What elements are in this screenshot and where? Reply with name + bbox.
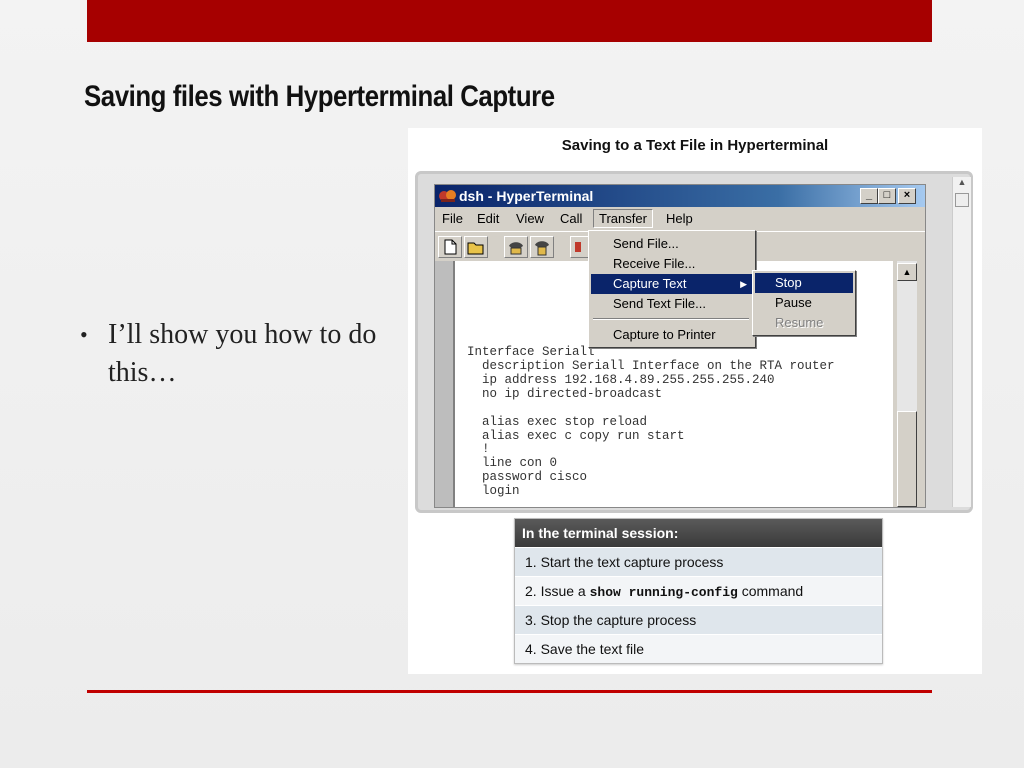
- step-4: 4. Save the text file: [515, 634, 882, 663]
- terminal-line: line con 0: [467, 456, 558, 470]
- menu-transfer[interactable]: Transfer: [593, 209, 653, 228]
- slide-title: Saving files with Hyperterminal Capture: [84, 80, 555, 113]
- step-2-prefix: 2. Issue a: [525, 583, 590, 599]
- terminal-scrollbar[interactable]: ▲: [897, 261, 917, 507]
- capture-text-submenu: Stop Pause Resume: [752, 270, 856, 336]
- hyperterminal-figure: Saving to a Text File in Hyperterminal d…: [408, 128, 982, 674]
- terminal-line: ip address 192.168.4.89.255.255.255.240: [467, 373, 775, 387]
- menu-help[interactable]: Help: [666, 211, 693, 226]
- submenu-arrow-icon: ▶: [740, 279, 747, 289]
- scrollbar-thumb[interactable]: [897, 411, 917, 507]
- close-button[interactable]: ×: [898, 188, 916, 204]
- terminal-line: no ip directed-broadcast: [467, 387, 663, 401]
- step-2-suffix: command: [737, 583, 804, 599]
- minimize-button[interactable]: _: [860, 188, 878, 204]
- menu-bar: File Edit View Call Transfer Help: [435, 208, 925, 230]
- menu-item-capture-text[interactable]: Capture Text ▶: [591, 274, 753, 294]
- terminal-line: alias exec stop reload: [467, 415, 648, 429]
- outer-scroll-grip[interactable]: [955, 193, 969, 207]
- step-2-command: show running-config: [589, 585, 738, 600]
- terminal-line: alias exec c copy run start: [467, 429, 685, 443]
- disconnect-icon[interactable]: [530, 236, 554, 258]
- menu-file[interactable]: File: [442, 211, 463, 226]
- new-connection-icon[interactable]: [438, 236, 462, 258]
- terminal-line: !: [467, 442, 490, 456]
- scroll-up-arrow-icon[interactable]: ▲: [897, 263, 917, 281]
- terminal-left-edge: [435, 261, 455, 507]
- phone-icon[interactable]: [504, 236, 528, 258]
- menu-item-receive-file[interactable]: Receive File...: [591, 254, 753, 274]
- terminal-line: Interface Seriall: [467, 345, 595, 359]
- step-1: 1. Start the text capture process: [515, 547, 882, 576]
- menu-edit[interactable]: Edit: [477, 211, 499, 226]
- outer-scroll-up-arrow-icon[interactable]: ▲: [953, 177, 971, 191]
- submenu-item-resume: Resume: [775, 315, 824, 330]
- window-titlebar[interactable]: dsh - HyperTerminal _ □ ×: [435, 185, 925, 207]
- open-icon[interactable]: [464, 236, 488, 258]
- menu-item-send-text-file[interactable]: Send Text File...: [591, 294, 753, 314]
- hyperterminal-app-icon: [439, 190, 456, 202]
- menu-separator: [593, 318, 749, 320]
- figure-title: Saving to a Text File in Hyperterminal: [561, 137, 829, 154]
- submenu-item-stop[interactable]: Stop: [755, 273, 853, 293]
- step-2: 2. Issue a show running-config command: [515, 576, 882, 605]
- menu-item-send-file[interactable]: Send File...: [591, 234, 753, 254]
- transfer-menu-dropdown: Send File... Receive File... Capture Tex…: [588, 230, 756, 348]
- submenu-item-pause[interactable]: Pause: [755, 293, 853, 313]
- terminal-line: password cisco: [467, 470, 588, 484]
- slide-bottom-accent-line: [87, 690, 932, 693]
- terminal-line: description Seriall Interface on the RTA…: [467, 359, 835, 373]
- outer-scrollbar[interactable]: ▲: [952, 177, 971, 507]
- steps-header: In the terminal session:: [515, 519, 882, 547]
- window-title: dsh - HyperTerminal: [459, 188, 594, 204]
- bullet-marker: •: [80, 322, 88, 347]
- step-3: 3. Stop the capture process: [515, 605, 882, 634]
- menu-view[interactable]: View: [516, 211, 544, 226]
- terminal-line: login: [467, 484, 520, 498]
- slide-top-accent-bar: [87, 0, 932, 42]
- menu-call[interactable]: Call: [560, 211, 582, 226]
- maximize-button[interactable]: □: [878, 188, 896, 204]
- menu-item-capture-to-printer[interactable]: Capture to Printer: [591, 325, 753, 345]
- bullet-text: I’ll show you how to do this…: [108, 319, 377, 388]
- menu-item-capture-text-label: Capture Text: [613, 276, 687, 291]
- steps-panel: In the terminal session: 1. Start the te…: [514, 518, 883, 664]
